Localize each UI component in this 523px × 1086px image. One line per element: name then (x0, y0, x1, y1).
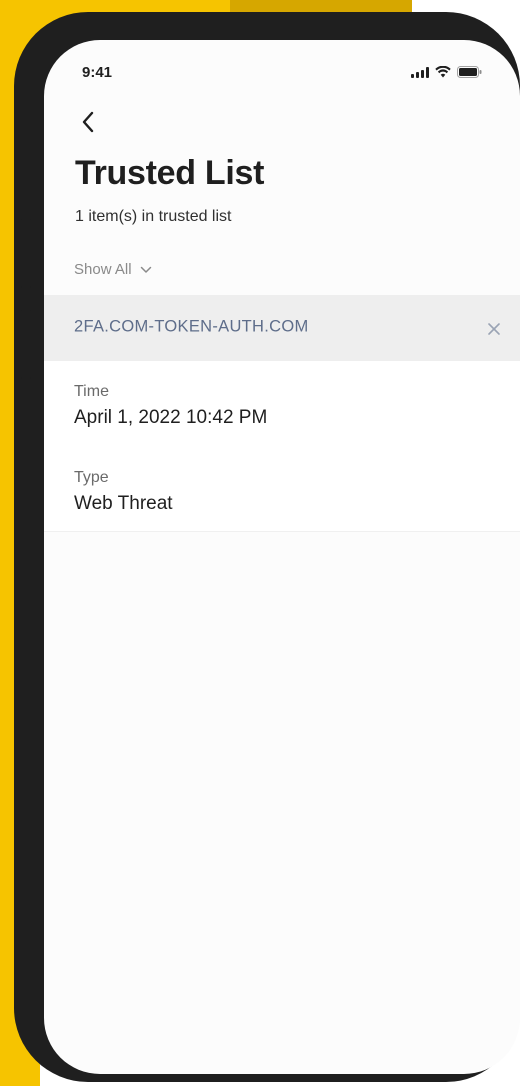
time-value: April 1, 2022 10:42 PM (74, 407, 268, 428)
filter-label: Show All (74, 261, 132, 278)
item-count-text: 1 item(s) in trusted list (75, 208, 232, 225)
page-title: Trusted List (75, 154, 265, 192)
volume-down-button (21, 308, 31, 380)
time-label: Time (74, 383, 109, 400)
remove-item-button[interactable] (482, 317, 506, 341)
wifi-icon (435, 66, 451, 78)
back-button[interactable] (74, 108, 102, 136)
chevron-down-icon (140, 266, 151, 273)
volume-up-button (21, 217, 31, 289)
trusted-item-url: 2FA.COM-TOKEN-AUTH.COM (74, 317, 309, 336)
close-icon (488, 323, 500, 335)
phone-frame: 9:41 Trusted List 1 item(s) in trusted l… (14, 12, 520, 1082)
chevron-left-icon (82, 111, 94, 133)
trusted-item-header[interactable]: 2FA.COM-TOKEN-AUTH.COM (44, 295, 520, 361)
status-time: 9:41 (82, 64, 113, 81)
status-icons (411, 66, 482, 78)
show-all-filter[interactable]: Show All (74, 261, 152, 278)
status-bar: 9:41 (44, 40, 520, 90)
phone-screen: 9:41 Trusted List 1 item(s) in trusted l… (44, 40, 520, 1074)
type-label: Type (74, 469, 109, 486)
battery-icon (457, 66, 482, 78)
cellular-signal-icon (411, 67, 429, 78)
type-value: Web Threat (74, 493, 173, 514)
trusted-item-details: Time April 1, 2022 10:42 PM Type Web Thr… (44, 361, 520, 532)
